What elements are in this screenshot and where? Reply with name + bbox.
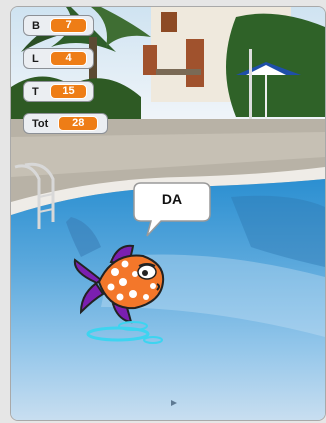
speech-bubble: DA <box>133 182 211 237</box>
monitor-value: 4 <box>50 51 87 66</box>
monitor-label: B <box>32 19 40 32</box>
monitor-label: L <box>32 52 39 65</box>
variable-monitor-tot[interactable]: Tot 28 <box>23 113 108 134</box>
monitor-value: 28 <box>58 116 99 131</box>
variable-monitor-b[interactable]: B 7 <box>23 15 94 36</box>
monitor-label: T <box>32 85 39 98</box>
monitor-label: Tot <box>32 117 49 130</box>
variable-monitor-t[interactable]: T 15 <box>23 81 94 102</box>
fish-icon[interactable] <box>73 242 173 352</box>
stage[interactable]: B 7 L 4 T 15 Tot 28 DA <box>10 6 326 421</box>
speech-text: DA <box>161 191 183 207</box>
variable-monitor-l[interactable]: L 4 <box>23 48 94 69</box>
monitor-value: 15 <box>50 84 87 99</box>
monitor-value: 7 <box>50 18 87 33</box>
